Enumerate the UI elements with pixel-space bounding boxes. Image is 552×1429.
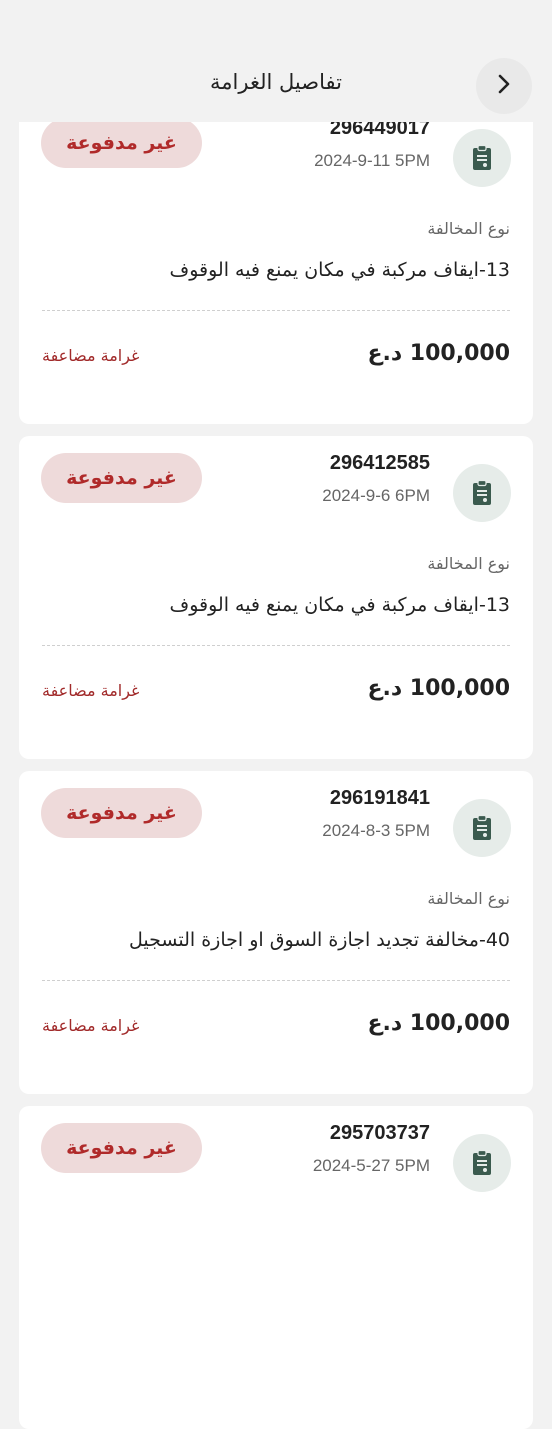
double-fine-label: غرامة مضاعفة [42,1016,140,1035]
fine-card[interactable]: 296412585 2024-9-6 6PM غير مدفوعة نوع ال… [19,436,533,759]
fine-number: 295703737 [329,1122,430,1144]
amount-value: 100,000 [409,676,510,701]
page-title: تفاصيل الغرامة [210,70,342,94]
fine-card[interactable]: 296449017 2024-9-11 5PM غير مدفوعة نوع ا… [19,101,533,424]
amount-value: 100,000 [409,341,510,366]
fine-date: 2024-5-27 5PM [312,1156,430,1175]
currency-label: د.ع [367,676,403,701]
fine-number: 296191841 [329,787,430,809]
violation-description: 13-ايقاف مركبة في مكان يمنع فيه الوقوف [169,259,511,281]
fine-card[interactable]: 295703737 2024-5-27 5PM غير مدفوعة [19,1106,533,1429]
violation-type-label: نوع المخالفة [427,219,510,238]
amount-value: 100,000 [409,1011,510,1036]
back-button[interactable] [476,58,532,114]
violation-type-label: نوع المخالفة [427,889,510,908]
status-badge: غير مدفوعة [41,788,202,838]
divider [42,980,510,981]
fine-amount: 100,000 د.ع [367,1011,510,1036]
clipboard-icon [453,464,511,522]
fine-date: 2024-9-6 6PM [322,486,430,505]
currency-label: د.ع [367,1011,403,1036]
divider [42,645,510,646]
fine-date: 2024-9-11 5PM [314,151,430,170]
status-badge: غير مدفوعة [41,1123,202,1173]
fine-amount: 100,000 د.ع [367,341,510,366]
fine-date: 2024-8-3 5PM [322,821,430,840]
double-fine-label: غرامة مضاعفة [42,681,140,700]
violation-description: 40-مخالفة تجديد اجازة السوق او اجازة الت… [129,929,510,951]
header: تفاصيل الغرامة [0,0,552,122]
currency-label: د.ع [367,341,403,366]
fine-amount: 100,000 د.ع [367,676,510,701]
chevron-right-icon [496,73,512,99]
clipboard-icon [453,1134,511,1192]
fine-card[interactable]: 296191841 2024-8-3 5PM غير مدفوعة نوع ال… [19,771,533,1094]
status-badge: غير مدفوعة [41,118,202,168]
fine-number: 296412585 [329,452,430,474]
double-fine-label: غرامة مضاعفة [42,346,140,365]
violation-type-label: نوع المخالفة [427,554,510,573]
violation-description: 13-ايقاف مركبة في مكان يمنع فيه الوقوف [169,594,511,616]
status-badge: غير مدفوعة [41,453,202,503]
clipboard-icon [453,799,511,857]
clipboard-icon [453,129,511,187]
divider [42,310,510,311]
